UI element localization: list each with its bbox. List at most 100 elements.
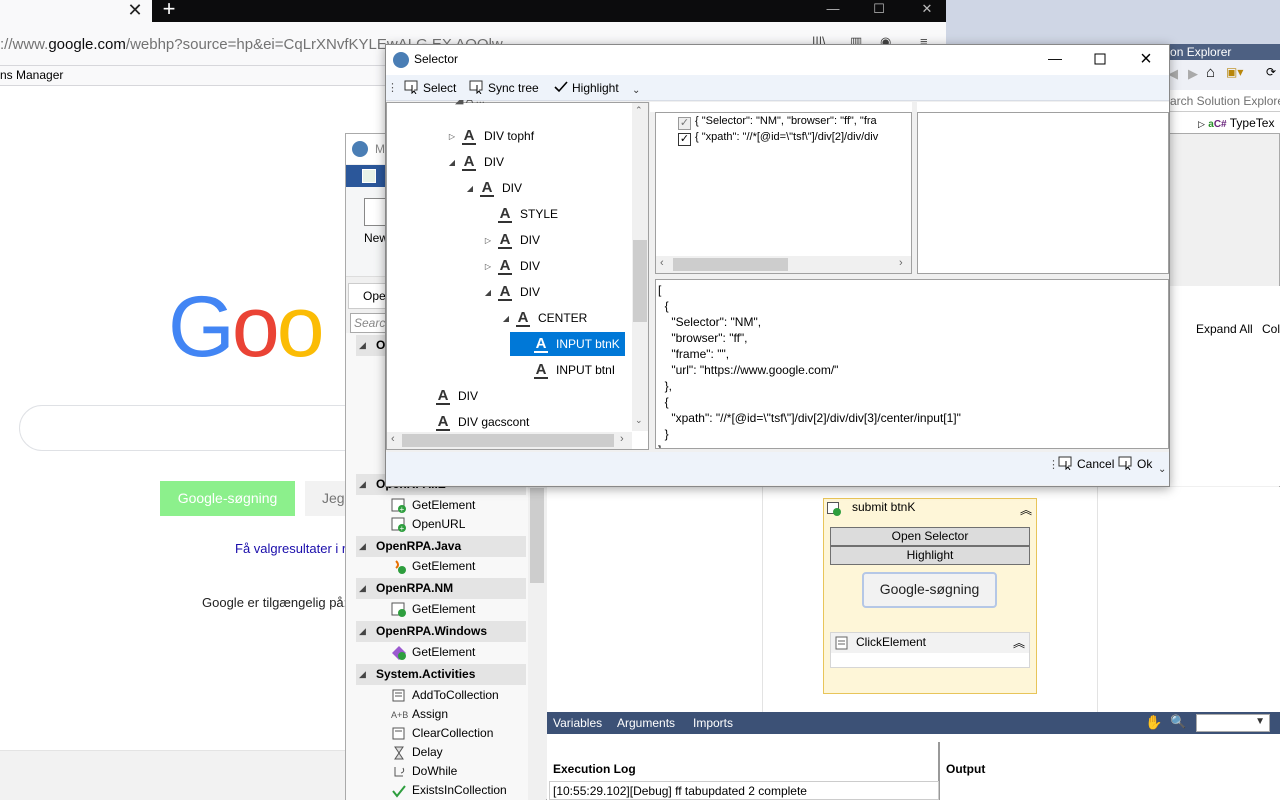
- tree-node[interactable]: ◢ A DIV: [464, 176, 522, 200]
- toolbox-category[interactable]: ◢ OpenRPA.Java: [356, 536, 526, 557]
- pane-header: [650, 102, 912, 112]
- toolbar-overflow-icon[interactable]: ⌄: [632, 85, 640, 96]
- toolbox-item[interactable]: DoWhile: [391, 762, 457, 781]
- home-icon[interactable]: ⌂: [1206, 64, 1215, 81]
- switch-views-icon[interactable]: ▣▾: [1226, 65, 1243, 79]
- sync-tree-button[interactable]: Sync tree: [469, 80, 539, 98]
- ok-button[interactable]: Ok: [1118, 456, 1152, 471]
- arguments-tab[interactable]: Arguments: [617, 716, 675, 730]
- selector-item[interactable]: ✓{ "Selector": "NM", "browser": "ff", "f…: [678, 115, 910, 131]
- scroll-right-icon[interactable]: ›: [899, 257, 903, 269]
- highlight-toolbar-button[interactable]: Highlight: [553, 80, 619, 98]
- scroll-up-icon[interactable]: ⌃: [635, 105, 643, 116]
- expander-icon[interactable]: ◢: [500, 307, 512, 331]
- expander-icon[interactable]: ◢: [482, 281, 494, 305]
- expander-icon[interactable]: ▷: [482, 229, 494, 253]
- selector-item[interactable]: ✓{ "xpath": "//*[@id=\"tsf\"]/div[2]/div…: [678, 131, 910, 147]
- variables-tab[interactable]: Variables: [553, 716, 602, 730]
- tree-node-label: DIV tophf: [484, 129, 535, 143]
- imports-tab[interactable]: Imports: [693, 716, 733, 730]
- selector-properties-pane: [917, 112, 1169, 274]
- toolbox-item[interactable]: ClearCollection: [391, 724, 493, 743]
- tree-vertical-thumb[interactable]: [633, 240, 647, 322]
- toolbox-search-input[interactable]: Search: [350, 313, 386, 333]
- tree-node[interactable]: ▷ A DIV: [482, 254, 540, 278]
- zoom-select[interactable]: ▼: [1196, 714, 1270, 732]
- tree-node[interactable]: A DIV gacscont: [420, 410, 529, 434]
- tree-horizontal-thumb[interactable]: [402, 434, 614, 447]
- expand-all-link[interactable]: Expand All: [1196, 322, 1253, 336]
- execution-log-line: [10:55:29.102][Debug] ff tabupdated 2 co…: [549, 781, 939, 800]
- ok-icon: [1118, 456, 1134, 470]
- select-button[interactable]: Select: [404, 80, 456, 98]
- cancel-button[interactable]: Cancel: [1058, 456, 1114, 471]
- collapse-all-link[interactable]: Coll: [1262, 322, 1280, 336]
- execution-log-label: Execution Log: [553, 762, 636, 776]
- tree-node[interactable]: ▷ A DIV: [482, 228, 540, 252]
- toolbox-item[interactable]: GetElement: [391, 600, 475, 619]
- new-tab-icon[interactable]: +: [158, 0, 180, 22]
- refresh-icon[interactable]: ⟳: [1266, 65, 1276, 79]
- google-search-button[interactable]: Google-søgning: [160, 481, 295, 516]
- toolbox-category[interactable]: ◢ OpenRPA.NM: [356, 578, 526, 599]
- pan-icon[interactable]: ✋: [1145, 714, 1162, 731]
- solution-tree-item[interactable]: ▷ aC# TypeTex: [1198, 116, 1274, 130]
- tree-node[interactable]: ▷ A DIV tophf: [446, 124, 534, 148]
- toolbox-category[interactable]: ◢ System.Activities: [356, 664, 526, 685]
- toolbox-scroll-thumb[interactable]: [530, 488, 544, 583]
- highlight-button[interactable]: Highlight: [830, 546, 1030, 565]
- open-selector-button[interactable]: Open Selector: [830, 527, 1030, 546]
- element-node-icon: A: [436, 386, 450, 405]
- open-tab[interactable]: Ope: [348, 283, 386, 309]
- toolbox-category[interactable]: ◢ OpenRPA.Windows: [356, 621, 526, 642]
- selector-list-thumb[interactable]: [673, 258, 788, 271]
- ribbon-quick-access[interactable]: [346, 165, 386, 187]
- selector-item-checkbox[interactable]: ✓: [678, 133, 691, 146]
- tab-close-icon[interactable]: ✕: [124, 0, 146, 22]
- tree-node[interactable]: ◢ A DIV: [446, 150, 504, 174]
- toolbox-item[interactable]: GetElement: [391, 643, 475, 662]
- browser-window-controls: — ☐ ✕: [816, 0, 946, 22]
- forward-icon[interactable]: ▶: [1188, 66, 1198, 82]
- toolbox-item[interactable]: + OpenURL: [391, 515, 465, 534]
- expander-icon[interactable]: ▷: [446, 125, 458, 149]
- scroll-right-icon[interactable]: ›: [620, 433, 624, 445]
- tree-node[interactable]: ◢ A DIV: [482, 280, 540, 304]
- scroll-left-icon[interactable]: ‹: [660, 257, 664, 269]
- minimize-icon[interactable]: —: [1040, 45, 1070, 75]
- zoom-icon[interactable]: 🔍: [1170, 714, 1186, 730]
- toolbar-overflow-icon[interactable]: ⌄: [1158, 464, 1166, 475]
- collapse-icon[interactable]: ︽: [1013, 634, 1025, 651]
- toolbox-item[interactable]: Delay: [391, 743, 443, 762]
- expander-icon[interactable]: ◢: [446, 151, 458, 175]
- bookmark-item[interactable]: ns Manager: [0, 68, 63, 82]
- tree-node[interactable]: A INPUT btnK: [510, 332, 625, 356]
- scroll-left-icon[interactable]: ‹: [391, 433, 395, 445]
- add-to-collection-icon: [391, 688, 407, 704]
- tree-node[interactable]: A STYLE: [482, 202, 558, 226]
- toolbox-item[interactable]: GetElement: [391, 557, 475, 576]
- maximize-icon[interactable]: ☐: [864, 0, 894, 22]
- new-document-icon[interactable]: [364, 198, 386, 226]
- tree-node[interactable]: A INPUT btnI: [518, 358, 615, 382]
- solution-search-input[interactable]: arch Solution Explore: [1168, 90, 1280, 112]
- selector-json-text[interactable]: [ { "Selector": "NM", "browser": "ff", "…: [658, 282, 1163, 448]
- settings-link[interactable]: Få valgresultater i r: [235, 541, 346, 556]
- expander-icon[interactable]: ▷: [482, 255, 494, 279]
- tree-node[interactable]: A DIV: [420, 384, 478, 408]
- maximize-icon[interactable]: [1085, 45, 1115, 75]
- expander-icon[interactable]: ◢: [464, 177, 476, 201]
- tree-node[interactable]: ◢ A CENTER: [500, 306, 587, 330]
- scroll-down-icon[interactable]: ⌄: [635, 415, 643, 426]
- tree-node-label: DIV: [484, 155, 505, 169]
- toolbox-item[interactable]: ExistsInCollection: [391, 781, 507, 800]
- selector-item-checkbox[interactable]: ✓: [678, 117, 691, 130]
- new-file-icon[interactable]: [362, 169, 376, 183]
- minimize-icon[interactable]: —: [818, 0, 848, 22]
- collapse-icon[interactable]: ︽: [1020, 501, 1032, 518]
- toolbox-item[interactable]: AddToCollection: [391, 686, 499, 705]
- toolbox-item[interactable]: + GetElement: [391, 496, 475, 515]
- close-icon[interactable]: ✕: [912, 0, 942, 22]
- toolbox-item[interactable]: A+B Assign: [391, 705, 448, 724]
- close-icon[interactable]: ×: [1131, 45, 1161, 75]
